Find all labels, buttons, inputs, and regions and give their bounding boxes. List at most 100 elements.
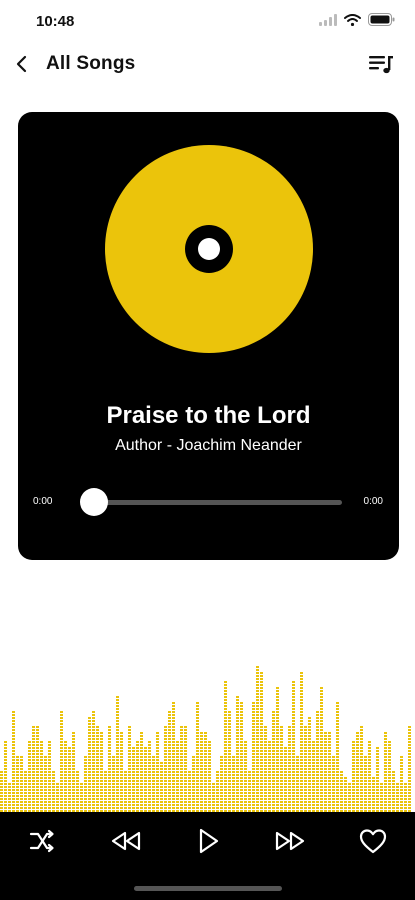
visualizer-dot [64,780,67,782]
visualizer-dot [148,795,151,797]
visualizer-dot [136,786,139,788]
visualizer-dot [332,804,335,806]
visualizer-dot [188,774,191,776]
visualizer-dot [116,714,119,716]
visualizer-dot [156,762,159,764]
play-button[interactable] [193,826,223,856]
visualizer-dot [204,801,207,803]
visualizer-dot [0,807,3,809]
visualizer-dot [288,807,291,809]
visualizer-dot [252,756,255,758]
visualizer-dot [368,774,371,776]
visualizer-dot [252,777,255,779]
visualizer-dot [12,717,15,719]
visualizer-dot [288,798,291,800]
visualizer-dot [196,714,199,716]
visualizer-dot [328,747,331,749]
visualizer-dot [228,774,231,776]
visualizer-dot [388,741,391,743]
visualizer-dot [312,777,315,779]
visualizer-dot [236,795,239,797]
visualizer-dot [272,720,275,722]
visualizer-dot [252,726,255,728]
fast-forward-button[interactable] [273,826,307,856]
visualizer-dot [304,726,307,728]
visualizer-dot [360,765,363,767]
visualizer-dot [320,714,323,716]
visualizer-dot [240,753,243,755]
visualizer-dot [200,777,203,779]
visualizer-dot [260,783,263,785]
visualizer-dot [184,747,187,749]
shuffle-button[interactable] [27,826,57,856]
progress-thumb[interactable] [80,488,108,516]
visualizer-dot [232,777,235,779]
visualizer-dot [116,735,119,737]
rewind-button[interactable] [109,826,143,856]
visualizer-dot [204,807,207,809]
visualizer-dot [260,786,263,788]
visualizer-dot [324,789,327,791]
visualizer-dot [172,756,175,758]
visualizer-dot [356,756,359,758]
visualizer-dot [256,708,259,710]
visualizer-dot [4,783,7,785]
visualizer-dot [28,789,31,791]
visualizer-dot [196,804,199,806]
visualizer-dot [296,786,299,788]
visualizer-dot [200,753,203,755]
favorite-button[interactable] [358,826,388,856]
visualizer-dot [360,783,363,785]
visualizer-dot [224,717,227,719]
visualizer-dot [368,759,371,761]
visualizer-dot [388,762,391,764]
visualizer-dot [128,762,131,764]
visualizer-dot [136,744,139,746]
visualizer-dot [304,780,307,782]
visualizer-dot [140,795,143,797]
visualizer-dot [60,711,63,713]
visualizer-dot [300,705,303,707]
visualizer-dot [92,732,95,734]
visualizer-dot [340,807,343,809]
visualizer-dot [340,771,343,773]
visualizer-dot [364,777,367,779]
visualizer-dot [252,717,255,719]
visualizer-dot [272,711,275,713]
visualizer-dot [316,747,319,749]
visualizer-dot [96,735,99,737]
visualizer-dot [260,675,263,677]
visualizer-dot [252,774,255,776]
visualizer-dot [244,762,247,764]
visualizer-dot [156,750,159,752]
visualizer-dot [272,795,275,797]
visualizer-dot [236,753,239,755]
visualizer-dot [240,747,243,749]
visualizer-dot [272,777,275,779]
visualizer-dot [132,792,135,794]
visualizer-dot [336,795,339,797]
visualizer-dot [380,786,383,788]
visualizer-dot [400,804,403,806]
visualizer-dot [196,777,199,779]
visualizer-dot [360,768,363,770]
visualizer-dot [172,777,175,779]
visualizer-dot [220,762,223,764]
visualizer-dot [404,786,407,788]
visualizer-dot [256,759,259,761]
visualizer-dot [348,804,351,806]
progress-slider[interactable] [80,488,342,516]
visualizer-dot [396,786,399,788]
visualizer-dot [4,741,7,743]
visualizer-dot [300,774,303,776]
visualizer-dot [164,777,167,779]
home-indicator [134,886,282,891]
visualizer-dot [404,798,407,800]
queue-button[interactable] [367,50,395,78]
visualizer-dot [108,774,111,776]
visualizer-dot [184,777,187,779]
visualizer-dot [188,795,191,797]
visualizer-dot [148,759,151,761]
back-button[interactable]: All Songs [10,48,135,80]
visualizer-dot [160,804,163,806]
